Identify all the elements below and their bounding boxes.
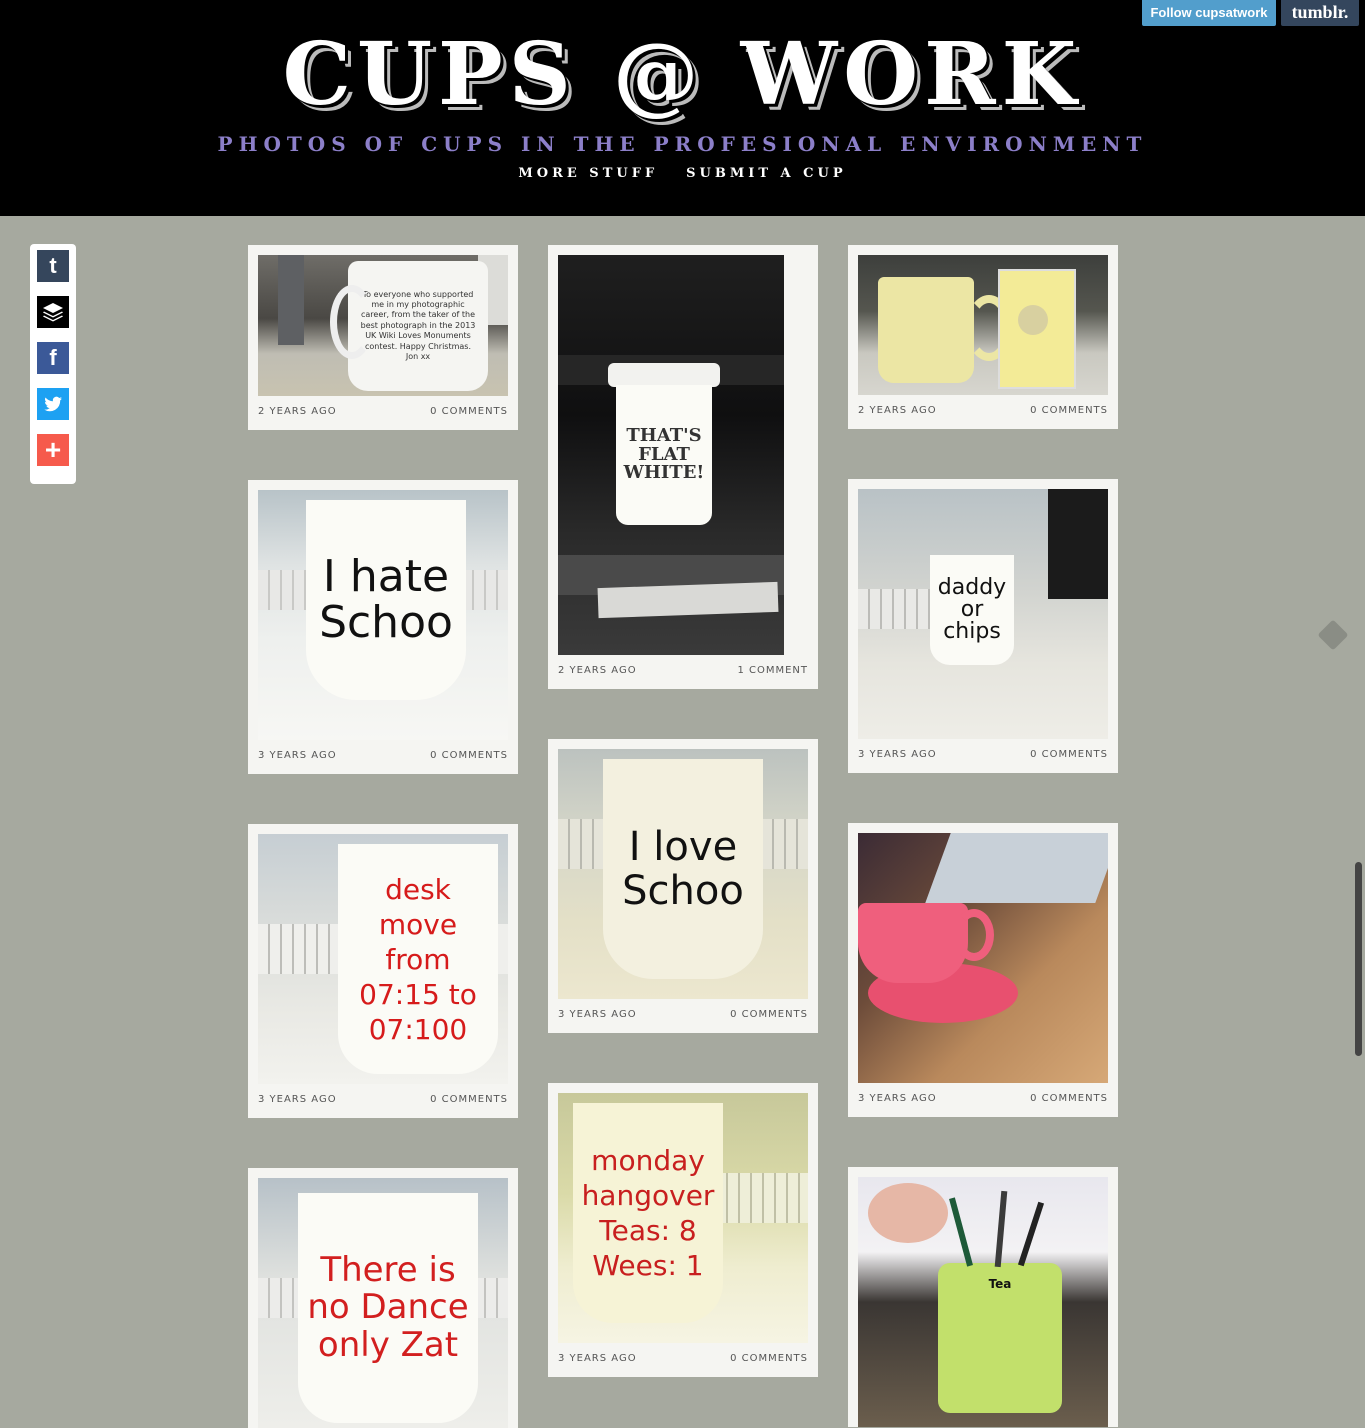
post-comments[interactable]: 0 COMMENTS [1030, 749, 1108, 760]
post-comments[interactable]: 0 COMMENTS [430, 406, 508, 417]
header-nav: MORE STUFF SUBMIT A CUP [0, 166, 1365, 181]
post-card[interactable]: 2 YEARS AGO 0 COMMENTS [848, 245, 1118, 429]
post-age[interactable]: 3 YEARS AGO [258, 1094, 337, 1105]
post-photo[interactable]: I hate Schoo [258, 490, 508, 740]
post-card[interactable]: 3 YEARS AGO 0 COMMENTS [848, 823, 1118, 1117]
post-card[interactable]: I hate Schoo 3 YEARS AGO 0 COMMENTS [248, 480, 518, 774]
post-age[interactable]: 3 YEARS AGO [258, 750, 337, 761]
tumblr-logo[interactable]: tumblr. [1281, 0, 1359, 26]
post-comments[interactable]: 0 COMMENTS [730, 1353, 808, 1364]
buffer-icon[interactable] [37, 296, 69, 328]
post-photo[interactable]: THAT'S FLAT WHITE! [558, 255, 784, 655]
post-photo[interactable]: monday hangover Teas: 8 Wees: 1 [558, 1093, 808, 1343]
cup-text: desk move from 07:15 to 07:100 [359, 872, 477, 1046]
post-photo[interactable]: There is no Dance only Zat [258, 1178, 508, 1428]
cup-text: I hate Schoo [319, 550, 453, 648]
cup-text: daddy or chips [937, 575, 1007, 644]
twitter-icon[interactable] [37, 388, 69, 420]
post-photo[interactable]: daddy or chips [858, 489, 1108, 739]
add-icon[interactable]: + [37, 434, 69, 466]
paper-cup: THAT'S FLAT WHITE! [616, 385, 712, 525]
site-header: CUPS @ WORK PHOTOS OF CUPS IN THE PROFES… [0, 0, 1365, 216]
nav-submit-a-cup[interactable]: SUBMIT A CUP [686, 166, 846, 181]
post-comments[interactable]: 0 COMMENTS [430, 750, 508, 761]
facebook-icon[interactable]: f [37, 342, 69, 374]
post-comments[interactable]: 0 COMMENTS [1030, 1093, 1108, 1104]
post-comments[interactable]: 0 COMMENTS [730, 1009, 808, 1020]
share-bar: t f + [30, 244, 76, 484]
paper-cup: daddy or chips [930, 555, 1014, 665]
post-meta: 3 YEARS AGO 0 COMMENTS [558, 1009, 808, 1023]
post-meta: 3 YEARS AGO 0 COMMENTS [258, 750, 508, 764]
follow-button[interactable]: Follow cupsatwork [1142, 0, 1276, 26]
post-photo[interactable] [858, 833, 1108, 1083]
post-card[interactable]: desk move from 07:15 to 07:100 3 YEARS A… [248, 824, 518, 1118]
post-meta: 3 YEARS AGO 0 COMMENTS [858, 749, 1108, 763]
cup-text: THAT'S FLAT WHITE! [623, 424, 705, 484]
post-meta: 3 YEARS AGO 0 COMMENTS [258, 1094, 508, 1108]
site-subtitle: PHOTOS OF CUPS IN THE PROFESIONAL ENVIRO… [217, 132, 1148, 156]
mug-text: Tea [988, 1277, 1012, 1291]
post-age[interactable]: 2 YEARS AGO [858, 405, 937, 416]
paper-cup: I hate Schoo [306, 500, 466, 700]
tumblr-icon[interactable]: t [37, 250, 69, 282]
pen-mug: Tea [938, 1263, 1062, 1413]
post-comments[interactable]: 0 COMMENTS [430, 1094, 508, 1105]
cup-text: I love Schoo [622, 824, 744, 914]
post-meta: 2 YEARS AGO 0 COMMENTS [858, 405, 1108, 419]
feedly-icon[interactable] [1317, 619, 1349, 651]
post-meta: 2 YEARS AGO 1 COMMENT [558, 665, 808, 679]
post-card[interactable]: monday hangover Teas: 8 Wees: 1 3 YEARS … [548, 1083, 818, 1377]
post-photo[interactable]: desk move from 07:15 to 07:100 [258, 834, 508, 1084]
post-meta: 2 YEARS AGO 0 COMMENTS [258, 406, 508, 420]
post-card[interactable]: daddy or chips 3 YEARS AGO 0 COMMENTS [848, 479, 1118, 773]
cup-text: There is no Dance only Zat [307, 1249, 469, 1365]
post-comments[interactable]: 0 COMMENTS [1030, 405, 1108, 416]
post-age[interactable]: 3 YEARS AGO [558, 1353, 637, 1364]
post-age[interactable]: 2 YEARS AGO [258, 406, 337, 417]
paper-cup: There is no Dance only Zat [298, 1193, 478, 1423]
post-card[interactable]: Tea [848, 1167, 1118, 1427]
paper-cup: desk move from 07:15 to 07:100 [338, 844, 498, 1074]
post-age[interactable]: 3 YEARS AGO [558, 1009, 637, 1020]
post-age[interactable]: 3 YEARS AGO [858, 1093, 937, 1104]
post-meta: 3 YEARS AGO 0 COMMENTS [858, 1093, 1108, 1107]
mug-text: To everyone who supported me in my photo… [360, 289, 476, 361]
site-title[interactable]: CUPS @ WORK [0, 27, 1365, 123]
post-photo[interactable] [858, 255, 1108, 395]
scrollbar[interactable] [1355, 862, 1362, 1056]
post-photo[interactable]: Tea [858, 1177, 1108, 1427]
post-card[interactable]: I love Schoo 3 YEARS AGO 0 COMMENTS [548, 739, 818, 1033]
post-comments[interactable]: 1 COMMENT [737, 665, 808, 676]
post-age[interactable]: 3 YEARS AGO [858, 749, 937, 760]
post-age[interactable]: 2 YEARS AGO [558, 665, 637, 676]
post-photo[interactable]: To everyone who supported me in my photo… [258, 255, 508, 396]
post-card[interactable]: There is no Dance only Zat [248, 1168, 518, 1428]
post-card[interactable]: THAT'S FLAT WHITE! 2 YEARS AGO 1 COMMENT [548, 245, 818, 689]
cup-text: monday hangover Teas: 8 Wees: 1 [581, 1144, 715, 1282]
paper-cup: monday hangover Teas: 8 Wees: 1 [573, 1103, 723, 1323]
post-card[interactable]: To everyone who supported me in my photo… [248, 245, 518, 430]
nav-more-stuff[interactable]: MORE STUFF [518, 166, 658, 181]
post-photo[interactable]: I love Schoo [558, 749, 808, 999]
paper-cup: I love Schoo [603, 759, 763, 979]
